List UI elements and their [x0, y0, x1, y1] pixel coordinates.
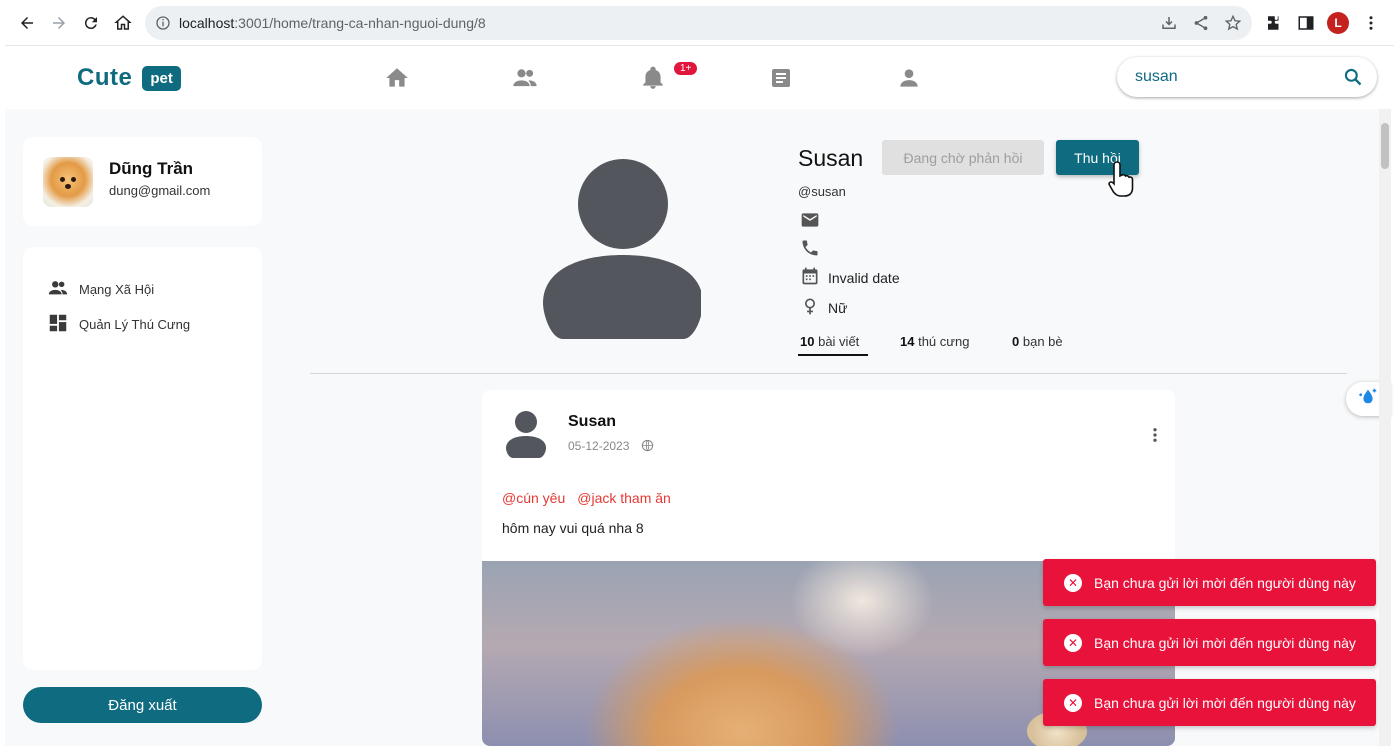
bookmark-star-icon[interactable]	[1224, 14, 1242, 37]
post-tag[interactable]: @cún yêu	[502, 490, 565, 506]
main-content: Dũng Trần dung@gmail.com Mạng Xã Hội Quả…	[5, 109, 1381, 746]
gender-value: Nữ	[828, 299, 848, 316]
tab-friends[interactable]: 0 bạn bè	[1012, 334, 1063, 349]
sidebar-item-label: Mạng Xã Hội	[79, 282, 155, 297]
nav-posts-icon[interactable]	[767, 64, 795, 92]
extensions-icon[interactable]	[1258, 7, 1290, 39]
home-icon[interactable]	[107, 7, 139, 39]
sidebar-menu: Mạng Xã Hội Quản Lý Thú Cưng	[23, 247, 262, 670]
tab-pets[interactable]: 14 thú cưng	[900, 334, 969, 349]
sidebar-item-label: Quản Lý Thú Cưng	[79, 317, 191, 332]
nav-notifications-icon[interactable]	[639, 64, 667, 92]
logout-button[interactable]: Đăng xuất	[23, 687, 262, 723]
water-drop-sparkle-icon	[1357, 386, 1379, 413]
dashboard-icon	[47, 312, 69, 337]
profile-divider	[310, 373, 1347, 374]
post-tag[interactable]: @jack tham ăn	[577, 490, 671, 506]
profile-handle: @susan	[798, 184, 846, 199]
logo-text: Cute	[77, 64, 133, 91]
back-icon[interactable]	[11, 7, 43, 39]
browser-toolbar: localhost:3001/home/trang-ca-nhan-nguoi-…	[0, 0, 1394, 46]
forward-icon[interactable]	[43, 7, 75, 39]
address-bar[interactable]: localhost:3001/home/trang-ca-nhan-nguoi-…	[145, 6, 1252, 40]
url-text: localhost:3001/home/trang-ca-nhan-nguoi-…	[179, 15, 486, 31]
birthday-value: Invalid date	[828, 269, 900, 286]
browser-menu-icon[interactable]	[1355, 7, 1387, 39]
active-tab-indicator	[798, 354, 868, 356]
post-tags: @cún yêu @jack tham ăn	[502, 490, 671, 506]
side-panel-icon[interactable]	[1290, 7, 1322, 39]
logo-badge: pet	[142, 65, 181, 91]
post-author[interactable]: Susan	[568, 413, 616, 431]
posts-count: 10	[800, 334, 815, 349]
pending-request-button[interactable]: Đang chờ phản hồi	[882, 140, 1044, 175]
pets-label: thú cưng	[918, 334, 970, 349]
sidebar-item-social[interactable]: Mạng Xã Hội	[47, 277, 154, 302]
toast-message: Bạn chưa gửi lời mời đến người dùng này	[1094, 634, 1356, 651]
user-email: dung@gmail.com	[109, 183, 211, 198]
profile-avatar	[535, 157, 703, 339]
nav-profile-icon[interactable]	[895, 64, 923, 92]
gender-row: Nữ	[800, 296, 847, 319]
error-icon: ✕	[1064, 573, 1082, 592]
toast-message: Bạn chưa gửi lời mời đến người dùng này	[1094, 694, 1356, 711]
browser-profile-avatar[interactable]: L	[1327, 12, 1349, 34]
post-more-options-icon[interactable]	[1146, 425, 1164, 450]
posts-label: bài viết	[818, 334, 860, 349]
notification-count-badge: 1+	[674, 62, 698, 75]
toast-message: Bạn chưa gửi lời mời đến người dùng này	[1094, 574, 1356, 591]
error-toast[interactable]: ✕ Bạn chưa gửi lời mời đến người dùng nà…	[1043, 559, 1376, 606]
search-icon[interactable]	[1343, 67, 1363, 92]
calendar-icon	[800, 266, 820, 289]
post-date: 05-12-2023	[568, 439, 654, 455]
pets-count: 14	[900, 334, 915, 349]
nav-friends-icon[interactable]	[511, 64, 539, 92]
tab-posts[interactable]: 10 bài viết	[800, 334, 859, 349]
sidebar-user-card[interactable]: Dũng Trần dung@gmail.com	[23, 137, 262, 226]
phone-row	[800, 238, 820, 261]
public-globe-icon	[641, 439, 654, 455]
post-author-avatar[interactable]	[504, 410, 548, 463]
hand-cursor-icon	[1108, 160, 1142, 203]
sidebar-item-pet-management[interactable]: Quản Lý Thú Cưng	[47, 312, 190, 337]
people-icon	[47, 277, 69, 302]
friends-label: bạn bè	[1022, 334, 1063, 349]
nav-home-icon[interactable]	[383, 64, 411, 92]
error-toast[interactable]: ✕ Bạn chưa gửi lời mời đến người dùng nà…	[1043, 679, 1376, 726]
birthday-row: Invalid date	[800, 266, 900, 289]
app-header: Cute pet 1+	[5, 46, 1381, 109]
user-avatar	[43, 157, 93, 207]
profile-name: Susan	[798, 145, 864, 171]
search-input[interactable]	[1135, 68, 1325, 86]
phone-icon	[800, 238, 820, 261]
error-toast[interactable]: ✕ Bạn chưa gửi lời mời đến người dùng nà…	[1043, 619, 1376, 666]
friends-count: 0	[1012, 334, 1020, 349]
email-icon	[800, 210, 820, 233]
install-app-icon[interactable]	[1160, 14, 1178, 37]
site-info-icon[interactable]	[155, 15, 171, 36]
user-name: Dũng Trần	[109, 159, 194, 178]
search-box	[1117, 57, 1377, 97]
error-icon: ✕	[1064, 633, 1082, 652]
error-icon: ✕	[1064, 693, 1082, 712]
email-row	[800, 210, 820, 233]
reload-icon[interactable]	[75, 7, 107, 39]
share-icon[interactable]	[1192, 14, 1210, 37]
post-content: hôm nay vui quá nha 8	[502, 520, 644, 536]
scrollbar-thumb[interactable]	[1381, 123, 1389, 169]
page-scrollbar[interactable]	[1379, 109, 1391, 746]
logo[interactable]: Cute pet	[77, 64, 181, 92]
female-icon	[800, 296, 820, 319]
